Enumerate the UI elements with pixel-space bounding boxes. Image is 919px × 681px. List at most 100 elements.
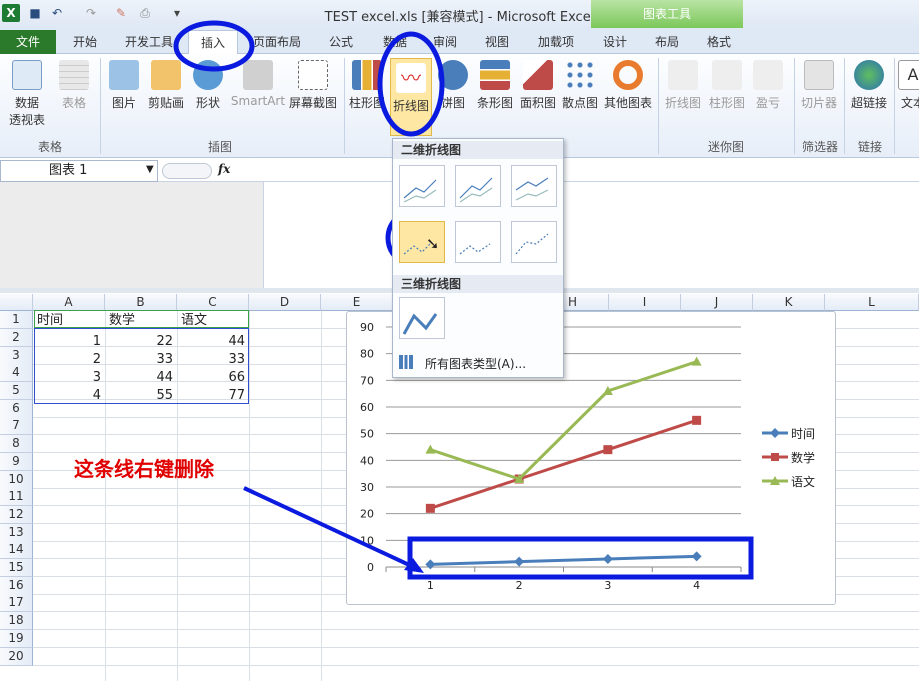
column-header[interactable]: J (681, 294, 753, 311)
ribbon-separator (344, 58, 345, 154)
tab-addins[interactable]: 加载项 (530, 30, 582, 54)
tab-layout[interactable]: 布局 (644, 30, 690, 54)
row-header[interactable]: 13 (0, 524, 33, 542)
row-header[interactable]: 10 (0, 471, 33, 489)
3d-line-option[interactable] (399, 297, 445, 339)
picture-button[interactable]: 图片 (106, 60, 142, 111)
select-all-corner[interactable] (0, 294, 33, 311)
group-label-sparklines: 迷你图 (707, 140, 744, 154)
column-header[interactable]: A (33, 294, 105, 311)
row-header[interactable]: 2 (0, 329, 33, 347)
row-header[interactable]: 14 (0, 541, 33, 559)
group-label-illustrations: 插图 (207, 140, 232, 154)
x-tick-label: 1 (427, 579, 434, 592)
bar-chart-button[interactable]: 条形图 (474, 60, 516, 111)
table-button[interactable]: 表格 (54, 60, 94, 111)
column-header[interactable]: D (249, 294, 321, 311)
all-chart-types-link[interactable]: 所有图表类型(A)... (425, 355, 526, 372)
row-header[interactable]: 20 (0, 648, 33, 666)
percent-stacked-line-option[interactable] (511, 165, 557, 207)
tab-insert[interactable]: 插入 (188, 30, 238, 55)
tab-data[interactable]: 数据 (372, 30, 418, 54)
row-header[interactable]: 18 (0, 612, 33, 630)
hyperlink-button[interactable]: 超链接 (848, 60, 890, 111)
tab-view[interactable]: 视图 (474, 30, 520, 54)
series-marker (514, 556, 525, 567)
name-box[interactable]: 图表 1 (0, 160, 158, 182)
win-loss-button[interactable]: 盈亏 (750, 60, 786, 111)
series-marker (691, 356, 702, 366)
tab-review[interactable]: 审阅 (422, 30, 468, 54)
sparkline-line-button[interactable]: 折线图 (662, 60, 704, 111)
tab-file[interactable]: 文件 (0, 30, 56, 54)
smartart-icon (243, 60, 273, 90)
row-header[interactable]: 1 (0, 311, 33, 329)
row-header[interactable]: 9 (0, 453, 33, 471)
series-name-range (34, 310, 249, 328)
pie-chart-button[interactable]: 饼图 (436, 60, 470, 111)
stacked-line-option[interactable] (455, 165, 501, 207)
series-marker (425, 559, 436, 570)
row-header[interactable]: 7 (0, 417, 33, 435)
tab-format[interactable]: 格式 (696, 30, 742, 54)
series-line (429, 360, 698, 481)
sparkline-column-button[interactable]: 柱形图 (706, 60, 748, 111)
tab-formulas[interactable]: 公式 (318, 30, 364, 54)
row-header[interactable]: 15 (0, 559, 33, 577)
row-header[interactable]: 19 (0, 630, 33, 648)
picture-icon (109, 60, 139, 90)
area-chart-icon (523, 60, 553, 90)
column-header[interactable]: I (609, 294, 681, 311)
row-header[interactable]: 5 (0, 382, 33, 400)
line-chart-option[interactable] (399, 165, 445, 207)
column-header[interactable]: E (321, 294, 393, 311)
row-header[interactable]: 16 (0, 577, 33, 595)
clipart-button[interactable]: 剪贴画 (146, 60, 186, 111)
formula-expanded-area (0, 182, 264, 288)
line-chart-gallery[interactable]: 二维折线图 三维折线图 所有图表类型(A)... (392, 138, 564, 378)
namebox-dropdown-icon[interactable]: ▼ (146, 164, 154, 175)
x-tick-label: 3 (604, 579, 611, 592)
series-values-range (34, 328, 249, 404)
row-header[interactable]: 11 (0, 488, 33, 506)
sparkline-line-icon (668, 60, 698, 90)
pivot-table-icon (12, 60, 42, 90)
formula-bar-expander[interactable] (162, 163, 212, 179)
series-marker (602, 554, 613, 564)
column-header[interactable]: C (177, 294, 249, 311)
row-header[interactable]: 17 (0, 594, 33, 612)
text-button[interactable]: A 文本 (898, 60, 919, 111)
all-chart-types-icon (399, 355, 413, 369)
insert-function-icon[interactable]: fx (218, 162, 230, 176)
area-chart-button[interactable]: 面积图 (518, 60, 558, 111)
tab-page-layout[interactable]: 页面布局 (248, 30, 306, 54)
percent-stacked-markers-option[interactable] (511, 221, 557, 263)
tab-developer[interactable]: 开发工具 (118, 30, 180, 54)
tab-home[interactable]: 开始 (60, 30, 110, 54)
row-header[interactable]: 12 (0, 506, 33, 524)
column-header[interactable]: L (825, 294, 919, 311)
stacked-line-markers-option[interactable] (455, 221, 501, 263)
column-header[interactable]: K (753, 294, 825, 311)
line-chart-button[interactable]: 〰折线图 (390, 58, 432, 136)
pivot-table-button[interactable]: 数据 透视表 (2, 60, 52, 128)
column-chart-button[interactable]: 柱形图 (348, 60, 386, 111)
series-marker (603, 445, 613, 455)
column-header[interactable]: B (105, 294, 177, 311)
tab-design[interactable]: 设计 (592, 30, 638, 54)
smartart-button[interactable]: SmartArt (230, 60, 286, 108)
screenshot-button[interactable]: 屏幕截图 (288, 60, 338, 111)
y-tick-label: 0 (367, 561, 374, 574)
other-charts-button[interactable]: 其他图表 (602, 60, 654, 111)
section-3d-line: 三维折线图 (393, 275, 563, 293)
slicer-button[interactable]: 切片器 (798, 60, 840, 111)
group-label-tables: 表格 (37, 140, 62, 154)
row-header[interactable]: 4 (0, 364, 33, 382)
section-2d-line: 二维折线图 (393, 141, 563, 159)
row-header[interactable]: 8 (0, 435, 33, 453)
scatter-chart-button[interactable]: 散点图 (560, 60, 600, 111)
shapes-button[interactable]: 形状 (190, 60, 226, 111)
row-header[interactable]: 6 (0, 400, 33, 418)
row-header[interactable]: 3 (0, 347, 33, 365)
clipart-icon (151, 60, 181, 90)
